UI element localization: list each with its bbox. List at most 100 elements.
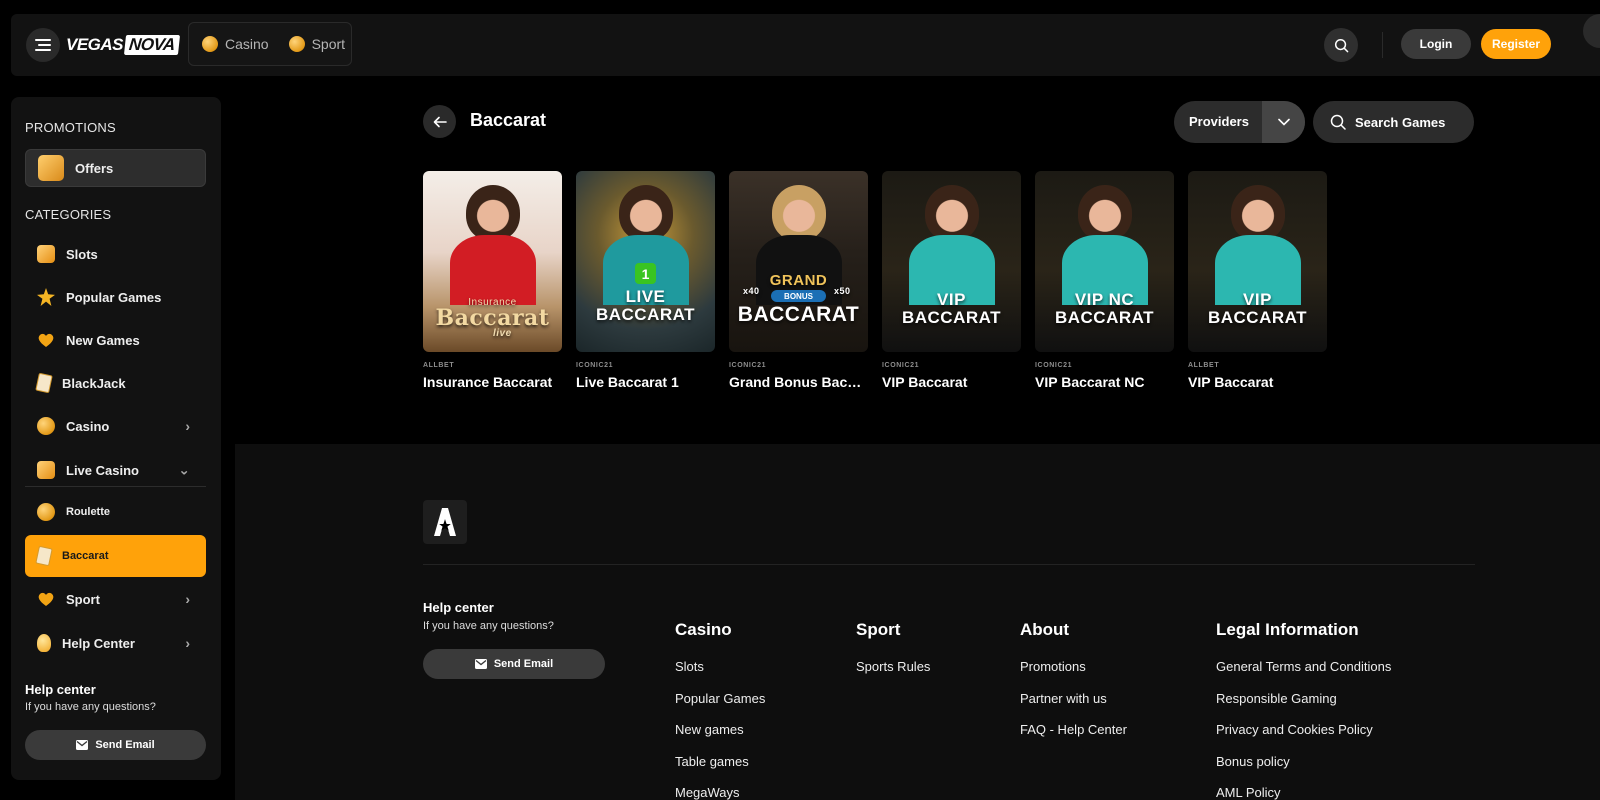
footer-send-email-button[interactable]: Send Email (423, 649, 605, 679)
page-title: Baccarat (470, 110, 547, 130)
dealer-image (1230, 185, 1285, 241)
footer-column-sport: Sport Sports Rules (856, 620, 930, 691)
footer-link[interactable]: AML Policy (1216, 785, 1391, 800)
dealer-image (465, 185, 520, 241)
dealer-image (618, 185, 673, 241)
sidebar-item-slots[interactable]: Slots (25, 235, 206, 273)
footer-link[interactable]: General Terms and Conditions (1216, 659, 1391, 691)
back-button[interactable] (423, 105, 456, 138)
game-thumbnail[interactable]: VIP NC BACCARAT (1035, 171, 1174, 352)
footer-column-heading: About (1020, 620, 1070, 639)
sidebar-item-roulette[interactable]: Roulette (25, 492, 206, 532)
game-card[interactable]: VIP BACCARAT ICONIC21 VIP Baccarat (882, 171, 1021, 390)
sidebar-item-casino[interactable]: Casino › (25, 407, 206, 445)
game-provider: ICONIC21 (1035, 362, 1073, 369)
game-card[interactable]: GRAND BONUS x40 x50 BACCARAT ICONIC21 Gr… (729, 171, 868, 390)
game-provider: ALLBET (1188, 362, 1220, 369)
footer-column-legal: Legal Information General Terms and Cond… (1216, 620, 1391, 800)
game-card[interactable]: Insurance Baccarat live ALLBET Insurance… (423, 171, 562, 390)
game-card[interactable]: 1 LIVE BACCARAT ICONIC21 Live Baccarat 1 (576, 171, 715, 390)
header-search-button[interactable] (1324, 28, 1358, 62)
providers-label: Providers (1189, 114, 1249, 129)
heart-icon (37, 331, 55, 349)
sidebar-help-title: Help center (25, 682, 96, 697)
sidebar-item-label: BlackJack (62, 375, 126, 391)
game-title[interactable]: Grand Bonus Baccarat (729, 374, 868, 390)
game-card[interactable]: VIP NC BACCARAT ICONIC21 VIP Baccarat NC (1035, 171, 1174, 390)
dealer-image (1077, 185, 1132, 241)
mail-icon (76, 740, 89, 750)
sidebar-item-offers[interactable]: Offers (25, 149, 206, 187)
sidebar-item-new-games[interactable]: New Games (25, 321, 206, 359)
footer: Help center If you have any questions? S… (235, 444, 1600, 800)
sidebar-divider (25, 486, 206, 487)
sidebar-item-label: Popular Games (66, 289, 162, 305)
footer-link[interactable]: Slots (675, 659, 765, 691)
thumb-text: VIP BACCARAT (901, 290, 1002, 327)
game-title[interactable]: VIP Baccarat (1188, 374, 1327, 390)
sidebar-item-sport[interactable]: Sport › (25, 580, 206, 618)
footer-help-subtitle: If you have any questions? (423, 620, 554, 632)
menu-icon[interactable] (26, 28, 60, 62)
sidebar-item-label: Slots (66, 246, 98, 262)
login-button[interactable]: Login (1401, 29, 1471, 59)
footer-link[interactable]: Partner with us (1020, 691, 1127, 723)
game-thumbnail[interactable]: 1 LIVE BACCARAT (576, 171, 715, 352)
register-button[interactable]: Register (1481, 29, 1551, 59)
logo-main: VEGAS (66, 35, 124, 54)
categories-heading: CATEGORIES (25, 207, 112, 222)
footer-link[interactable]: Sports Rules (856, 659, 930, 691)
thumb-badge: 1 (635, 263, 656, 284)
sidebar-item-baccarat[interactable]: Baccarat (25, 535, 206, 577)
search-games-input[interactable]: Search Games (1313, 101, 1474, 143)
casino-coin-icon (202, 36, 218, 52)
nav-casino[interactable]: Casino (202, 36, 269, 52)
footer-logo-icon[interactable] (423, 500, 467, 544)
footer-link[interactable]: Popular Games (675, 691, 765, 723)
footer-link[interactable]: New games (675, 722, 765, 754)
game-title[interactable]: VIP Baccarat NC (1035, 374, 1174, 390)
game-thumbnail[interactable]: VIP BACCARAT (1188, 171, 1327, 352)
sidebar-item-popular-games[interactable]: Popular Games (25, 278, 206, 316)
nav-sport[interactable]: Sport (288, 36, 345, 52)
header-divider (1382, 32, 1383, 58)
sidebar-help-subtitle: If you have any questions? (25, 701, 156, 713)
roulette-icon (37, 503, 55, 521)
footer-link[interactable]: MegaWays (675, 785, 765, 800)
footer-link[interactable]: FAQ - Help Center (1020, 722, 1127, 754)
game-title[interactable]: Live Baccarat 1 (576, 374, 715, 390)
thumb-text: BACCARAT (737, 303, 860, 326)
game-title[interactable]: Insurance Baccarat (423, 374, 562, 390)
card-icon (35, 545, 53, 567)
game-thumbnail[interactable]: GRAND BONUS x40 x50 BACCARAT (729, 171, 868, 352)
brand-logo[interactable]: VEGAS NOVA (66, 33, 180, 57)
search-icon (1330, 114, 1346, 130)
footer-column-heading: Legal Information (1216, 620, 1359, 639)
sidebar-item-live-casino[interactable]: Live Casino ⌄ (25, 451, 206, 489)
sidebar-item-label: Baccarat (62, 550, 109, 562)
sidebar-item-help-center[interactable]: Help Center › (25, 624, 206, 662)
live-casino-icon (37, 461, 55, 479)
game-thumbnail[interactable]: VIP BACCARAT (882, 171, 1021, 352)
game-title[interactable]: VIP Baccarat (882, 374, 1021, 390)
sidebar-item-label: Roulette (66, 506, 110, 518)
game-provider: ALLBET (423, 362, 455, 369)
chevron-down-icon[interactable] (1262, 101, 1305, 143)
providers-dropdown[interactable]: Providers (1174, 101, 1305, 143)
footer-column-heading: Sport (856, 620, 901, 639)
card-icon (35, 372, 53, 394)
game-card[interactable]: VIP BACCARAT ALLBET VIP Baccarat (1188, 171, 1327, 390)
star-icon (37, 288, 55, 306)
footer-divider (423, 564, 1475, 565)
footer-link[interactable]: Privacy and Cookies Policy (1216, 722, 1391, 754)
game-thumbnail[interactable]: Insurance Baccarat live (423, 171, 562, 352)
promotions-heading: PROMOTIONS (25, 120, 116, 135)
chevron-right-icon: › (185, 635, 190, 651)
footer-link[interactable]: Promotions (1020, 659, 1127, 691)
sidebar-send-email-button[interactable]: Send Email (25, 730, 206, 760)
footer-link[interactable]: Bonus policy (1216, 754, 1391, 786)
footer-link[interactable]: Responsible Gaming (1216, 691, 1391, 723)
sidebar-item-blackjack[interactable]: BlackJack (25, 364, 206, 402)
footer-link[interactable]: Table games (675, 754, 765, 786)
thumb-text: VIP NC BACCARAT (1054, 290, 1155, 327)
